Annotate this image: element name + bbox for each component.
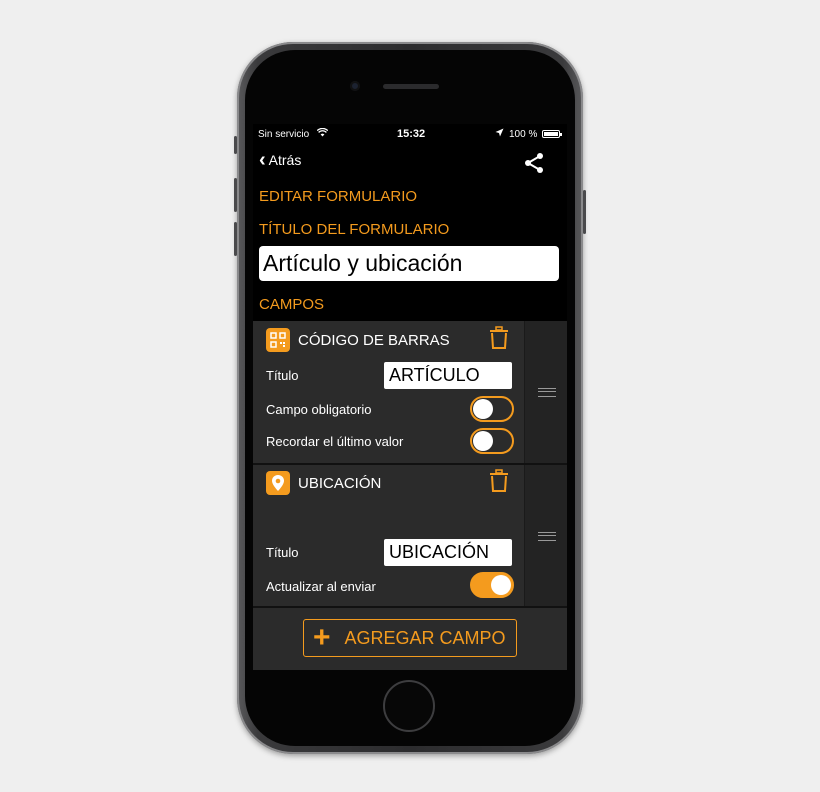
field-type-label: UBICACIÓN (298, 475, 382, 492)
home-button[interactable] (383, 680, 435, 732)
toggle-knob (491, 575, 511, 595)
remember-last-label: Recordar el último valor (266, 434, 404, 449)
plus-icon: + (313, 621, 331, 654)
chevron-left-icon: ‹ (259, 149, 266, 171)
wifi-icon (316, 127, 329, 140)
field-title-label: Título (266, 368, 299, 383)
required-label: Campo obligatorio (266, 402, 372, 417)
reorder-handle[interactable] (524, 465, 567, 606)
battery-percent: 100 % (509, 129, 538, 140)
back-button[interactable]: ‹ Atrás (259, 149, 302, 171)
field-title-input[interactable]: ARTÍCULO (384, 362, 512, 389)
form-title-label: TÍTULO DEL FORMULARIO (259, 221, 450, 238)
update-on-send-toggle[interactable] (470, 572, 514, 598)
field-title-input[interactable]: UBICACIÓN (384, 539, 512, 566)
qr-code-icon (266, 328, 290, 352)
fields-label: CAMPOS (259, 296, 325, 313)
location-pin-icon (266, 471, 290, 495)
front-camera (350, 81, 360, 91)
field-card-barcode: CÓDIGO DE BARRAS Título ARTÍCULO Campo o… (253, 321, 567, 463)
required-toggle[interactable] (470, 396, 514, 422)
power-button (583, 190, 586, 234)
field-title-label: Título (266, 545, 299, 560)
nav-bar: ‹ Atrás (253, 148, 567, 176)
toggle-knob (473, 399, 493, 419)
field-type-label: CÓDIGO DE BARRAS (298, 332, 450, 349)
add-field-button[interactable]: + AGREGAR CAMPO (303, 619, 517, 657)
battery-icon (542, 130, 562, 138)
mute-switch (234, 136, 237, 154)
form-title-input[interactable]: Artículo y ubicación (259, 246, 559, 281)
section-title: EDITAR FORMULARIO (259, 188, 418, 205)
status-bar: Sin servicio 15:32 100 % (253, 124, 567, 144)
trash-icon[interactable] (489, 326, 509, 350)
drag-handle-icon[interactable] (538, 532, 556, 541)
add-field-label: AGREGAR CAMPO (344, 627, 506, 648)
earpiece-speaker (383, 84, 439, 89)
toggle-knob (473, 431, 493, 451)
remember-last-toggle[interactable] (470, 428, 514, 454)
reorder-handle[interactable] (524, 321, 567, 463)
field-card-location: UBICACIÓN Título UBICACIÓN Actualizar al… (253, 465, 567, 606)
back-label: Atrás (268, 152, 302, 168)
add-field-footer: + AGREGAR CAMPO (253, 608, 567, 670)
volume-up-button (234, 178, 237, 212)
volume-down-button (234, 222, 237, 256)
app-screen: Sin servicio 15:32 100 % ‹ Atrás EDITAR … (253, 124, 567, 670)
location-arrow-icon (495, 128, 504, 140)
clock: 15:32 (397, 128, 426, 140)
update-on-send-label: Actualizar al enviar (266, 579, 376, 594)
share-icon[interactable] (523, 152, 545, 174)
drag-handle-icon[interactable] (538, 388, 556, 397)
carrier-label: Sin servicio (258, 129, 310, 140)
trash-icon[interactable] (489, 469, 509, 493)
